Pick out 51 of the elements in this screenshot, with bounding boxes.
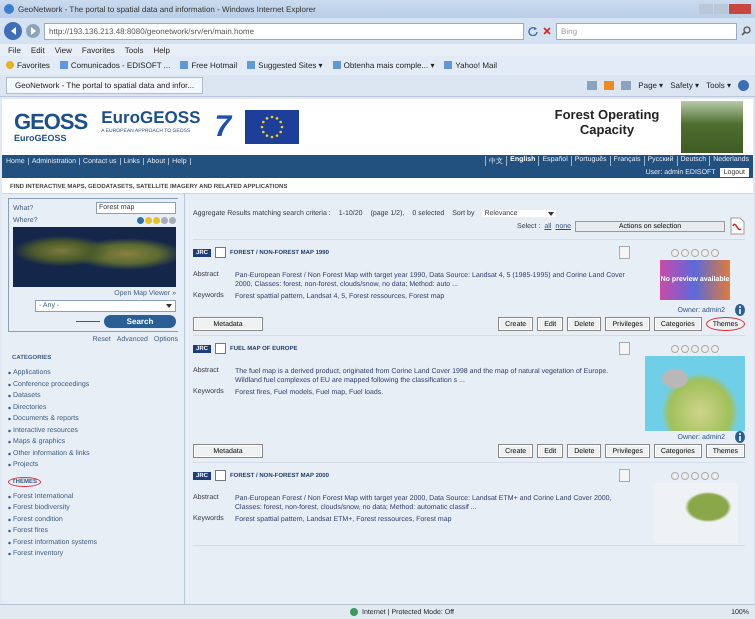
favorite-link[interactable]: Suggested Sites ▾ [247,61,323,70]
world-map[interactable] [13,227,176,287]
favorite-link[interactable]: Free Hotmail [180,61,238,70]
back-button[interactable] [4,22,22,40]
record-checkbox[interactable] [215,343,226,354]
globe-icon [350,608,358,616]
menu-item[interactable]: Favorites [82,46,115,54]
brand-name: EuroGEOSS [101,108,200,128]
menu-item[interactable]: Edit [30,46,45,54]
browser-tab[interactable]: GeoNetwork - The portal to spatial data and infor... [6,77,204,94]
favorite-link[interactable]: Obtenha mais comple... ▾ [332,61,434,70]
favorite-link[interactable]: Yahoo! Mail [444,61,497,70]
search-button[interactable]: Search [104,315,176,328]
command-menu[interactable]: Safety ▾ [670,81,700,90]
forward-button[interactable] [26,24,40,38]
document-icon[interactable] [619,246,630,259]
document-icon[interactable] [619,342,630,355]
record-checkbox[interactable] [215,247,226,258]
address-field[interactable]: http://193.136.213.48:8080/geonetwork/srv/en/main.home [44,22,524,40]
refresh-icon[interactable] [528,26,538,36]
photo-placeholder [681,101,743,153]
info-icon[interactable] [735,431,745,443]
menu-item[interactable]: Help [153,46,170,54]
thumbnail-image[interactable] [652,483,738,543]
record-checkbox[interactable] [215,470,226,481]
command-menu[interactable]: Page ▾ [638,81,664,90]
menu-item[interactable]: View [54,46,72,54]
site-title: Forest Operating Capacity [554,107,660,137]
rating-stars[interactable] [671,345,719,353]
rating-stars[interactable] [671,249,719,257]
flag-icon [245,110,300,144]
window-controls-icon[interactable] [699,4,751,14]
window-title: GeoNetwork - The portal to spatial data and information - Windows Internet Explorer [18,4,316,14]
rating-stars[interactable] [671,472,719,480]
menu-item[interactable]: File [8,46,21,54]
logo-text: GEOSS [14,111,88,133]
favorite-link[interactable]: Favorites [6,61,50,70]
program-logo: 7 [214,111,232,143]
thumbnail-image[interactable] [645,356,745,431]
pdf-icon[interactable] [729,217,745,235]
feed-icon[interactable] [604,81,614,90]
document-icon[interactable] [619,469,630,482]
browser-logo-icon [4,4,14,14]
search-icon[interactable] [741,26,751,36]
favorite-link[interactable]: Comunicados - EDISOFT ... [60,61,170,70]
close-icon[interactable] [542,26,552,36]
menu-item[interactable]: Tools [124,46,144,54]
logo-subtitle: EuroGEOSS [14,133,68,143]
command-menu[interactable]: Tools ▾ [706,81,731,90]
map-tools-icon[interactable] [137,217,176,224]
info-icon[interactable] [735,304,745,316]
